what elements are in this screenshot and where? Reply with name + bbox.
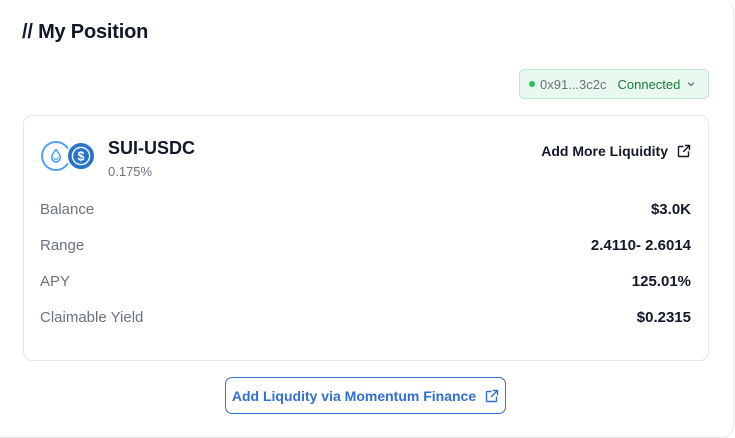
connection-status: Connected	[617, 76, 681, 92]
range-row: Range 2.4110- 2.6014	[40, 235, 691, 255]
cta-label: Add Liqudity via Momentum Finance	[231, 387, 477, 404]
wallet-status-button[interactable]: 0x91...3c2c Connected	[519, 69, 709, 99]
chevron-down-icon	[686, 79, 696, 89]
claimable-yield-row: Claimable Yield $0.2315	[40, 307, 691, 327]
page-title: // My Position	[22, 21, 149, 43]
row-value: $3.0K	[650, 200, 691, 218]
token-pair-icons: $	[41, 141, 97, 173]
row-value: 125.01%	[631, 272, 691, 290]
wallet-address: 0x91...3c2c	[540, 76, 607, 92]
external-link-icon	[677, 144, 691, 158]
row-label: Range	[40, 236, 85, 254]
add-more-liquidity-label: Add More Liquidity	[541, 143, 668, 159]
row-label: APY	[40, 272, 71, 290]
svg-text:$: $	[78, 149, 85, 163]
position-card: $ SUI-USDC 0.175% Add More Liquidity Bal…	[23, 115, 709, 361]
row-value: $0.2315	[636, 308, 691, 326]
add-liquidity-momentum-button[interactable]: Add Liqudity via Momentum Finance	[225, 377, 506, 414]
row-value: 2.4110- 2.6014	[590, 236, 691, 254]
row-label: Claimable Yield	[40, 308, 144, 326]
apy-row: APY 125.01%	[40, 271, 691, 291]
external-link-icon	[485, 389, 499, 403]
fee-tier: 0.175%	[108, 164, 153, 179]
my-position-panel: // My Position 0x91...3c2c Connected $ S…	[0, 0, 734, 438]
balance-row: Balance $3.0K	[40, 199, 691, 219]
add-more-liquidity-link[interactable]: Add More Liquidity	[541, 143, 691, 159]
row-label: Balance	[40, 200, 95, 218]
status-dot-icon	[529, 81, 535, 87]
usdc-token-icon: $	[66, 141, 96, 171]
pair-name: SUI-USDC	[108, 138, 196, 158]
